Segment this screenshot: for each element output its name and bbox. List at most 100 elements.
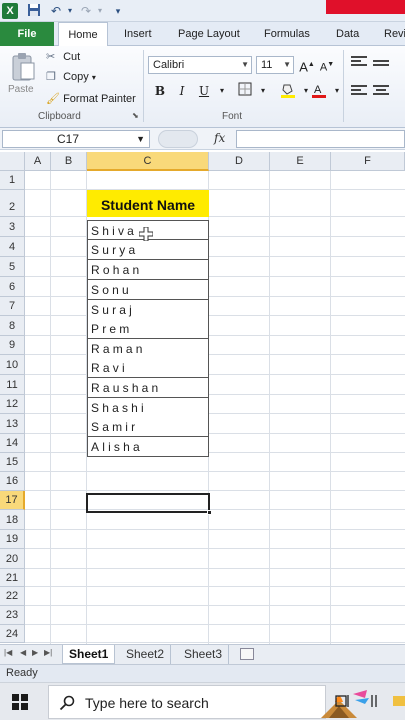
taskbar-search-box[interactable]: Type here to search: [48, 685, 369, 719]
row-header-7[interactable]: 7: [0, 297, 25, 316]
column-header-f[interactable]: F: [331, 152, 405, 171]
row-header-12[interactable]: 12: [0, 395, 25, 414]
font-group-label: Font: [222, 111, 243, 122]
paste-button[interactable]: Paste: [8, 84, 34, 95]
windows-start-icon[interactable]: [12, 694, 28, 710]
active-cell-c17[interactable]: [86, 493, 212, 515]
column-header-b[interactable]: B: [51, 152, 87, 171]
sheet-tab-sheet3[interactable]: Sheet3: [178, 645, 230, 664]
font-name-select[interactable]: Calibri ▼: [148, 56, 252, 74]
row-header-4[interactable]: 4: [0, 237, 25, 257]
column-header-a[interactable]: A: [25, 152, 51, 171]
worksheet-grid[interactable]: A B C D E F 1 2 3 4 5 6 7 8 9 10 11 12 13 14 15 16 17 18 1…: [0, 152, 405, 644]
sheet-tab-sheet2[interactable]: Sheet2: [120, 645, 172, 664]
grow-font-icon[interactable]: A▲: [298, 56, 316, 74]
tab-review[interactable]: Revi: [380, 22, 405, 46]
ribbon-tabs: File Home Insert Page Layout Formulas Da…: [0, 22, 405, 47]
borders-icon[interactable]: [236, 82, 254, 100]
copy-dropdown-icon[interactable]: ▾: [92, 73, 96, 82]
student-name-header-cell[interactable]: Student Name: [87, 190, 209, 217]
row-header-18[interactable]: 18: [0, 510, 25, 530]
borders-dropdown-icon[interactable]: ▾: [254, 82, 272, 100]
cut-button[interactable]: ✂ Cut: [46, 50, 80, 63]
column-header-e[interactable]: E: [270, 152, 331, 171]
formula-input[interactable]: [236, 130, 405, 148]
save-icon[interactable]: [26, 3, 42, 19]
copy-button[interactable]: ❐ Copy ▾: [46, 70, 96, 83]
fill-handle[interactable]: [207, 510, 212, 515]
tab-insert[interactable]: Insert: [120, 22, 156, 46]
name-cell[interactable]: Rohan: [87, 260, 209, 280]
customize-qat-icon[interactable]: ▾: [110, 3, 126, 19]
bold-icon[interactable]: B: [151, 82, 169, 100]
row-header-16[interactable]: 16: [0, 472, 25, 491]
row-header-21[interactable]: 21: [0, 569, 25, 587]
row-header-10[interactable]: 10: [0, 355, 25, 375]
underline-icon[interactable]: U: [195, 82, 213, 100]
paste-icon[interactable]: [10, 52, 36, 82]
name-cell[interactable]: Shashi: [87, 398, 209, 418]
font-size-select[interactable]: 11 ▼: [256, 56, 294, 74]
taskbar-app-icon[interactable]: [366, 693, 382, 709]
fill-color-icon[interactable]: [279, 82, 297, 100]
row-header-17[interactable]: 17: [0, 491, 25, 510]
redo-dropdown-icon[interactable]: ▾: [92, 3, 108, 19]
sheet-tab-sheet1[interactable]: Sheet1: [62, 645, 116, 664]
tab-data[interactable]: Data: [332, 22, 363, 46]
name-cell[interactable]: Raushan: [87, 378, 209, 398]
row-header-3[interactable]: 3: [0, 217, 25, 237]
name-cell[interactable]: Ravi: [87, 358, 209, 378]
first-sheet-icon[interactable]: |◀: [4, 648, 12, 657]
row-header-1[interactable]: 1: [0, 171, 25, 190]
align-left-icon[interactable]: [351, 85, 367, 97]
prev-sheet-icon[interactable]: ◀: [20, 648, 26, 657]
last-sheet-icon[interactable]: ▶|: [44, 648, 52, 657]
row-header-5[interactable]: 5: [0, 257, 25, 277]
italic-icon[interactable]: I: [173, 82, 191, 100]
name-cell[interactable]: Samir: [87, 417, 209, 437]
row-header-22[interactable]: 22: [0, 587, 25, 606]
format-painter-button[interactable]: 🖌 Format Painter: [46, 92, 136, 105]
column-header-c[interactable]: C: [87, 152, 209, 171]
name-cell[interactable]: Prem: [87, 319, 209, 339]
insert-sheet-icon[interactable]: [240, 648, 254, 660]
row-header-20[interactable]: 20: [0, 549, 25, 569]
undo-dropdown-icon[interactable]: ▾: [62, 3, 78, 19]
name-box[interactable]: C17 ▼: [2, 130, 150, 148]
row-header-2[interactable]: 2: [0, 190, 25, 217]
name-cell[interactable]: Sonu: [87, 280, 209, 300]
next-sheet-icon[interactable]: ▶: [32, 648, 38, 657]
tab-home[interactable]: Home: [58, 22, 108, 47]
row-header-9[interactable]: 9: [0, 336, 25, 355]
row-header-24[interactable]: 24: [0, 625, 25, 643]
excel-logo-icon[interactable]: X: [2, 3, 18, 19]
taskbar-app-icon[interactable]: [392, 693, 405, 709]
select-all-corner[interactable]: [0, 152, 25, 171]
row-header-14[interactable]: 14: [0, 434, 25, 453]
tab-formulas[interactable]: Formulas: [260, 22, 314, 46]
name-cell[interactable]: Alisha: [87, 437, 209, 457]
row-header-23[interactable]: 23: [0, 606, 25, 625]
name-cell[interactable]: Surya: [87, 240, 209, 260]
font-color-icon[interactable]: A: [310, 82, 328, 100]
row-header-6[interactable]: 6: [0, 277, 25, 297]
tab-page-layout[interactable]: Page Layout: [174, 22, 244, 46]
underline-dropdown-icon[interactable]: ▾: [213, 82, 231, 100]
row-header-13[interactable]: 13: [0, 414, 25, 434]
align-top-icon[interactable]: [351, 56, 367, 68]
name-cell[interactable]: Suraj: [87, 300, 209, 320]
align-center-icon[interactable]: [373, 85, 389, 97]
formula-bar-expander[interactable]: [158, 130, 198, 148]
tab-file[interactable]: File: [0, 22, 54, 46]
shrink-font-icon[interactable]: A▼: [318, 56, 336, 74]
row-header-15[interactable]: 15: [0, 453, 25, 472]
align-middle-icon[interactable]: [373, 60, 389, 72]
clipboard-launcher-icon[interactable]: ⬊: [132, 111, 139, 120]
task-view-icon[interactable]: [334, 693, 350, 709]
row-header-19[interactable]: 19: [0, 530, 25, 549]
row-header-11[interactable]: 11: [0, 375, 25, 395]
column-header-d[interactable]: D: [209, 152, 270, 171]
row-header-8[interactable]: 8: [0, 316, 25, 336]
name-cell[interactable]: Raman: [87, 339, 209, 359]
fx-icon[interactable]: fx: [214, 131, 225, 145]
